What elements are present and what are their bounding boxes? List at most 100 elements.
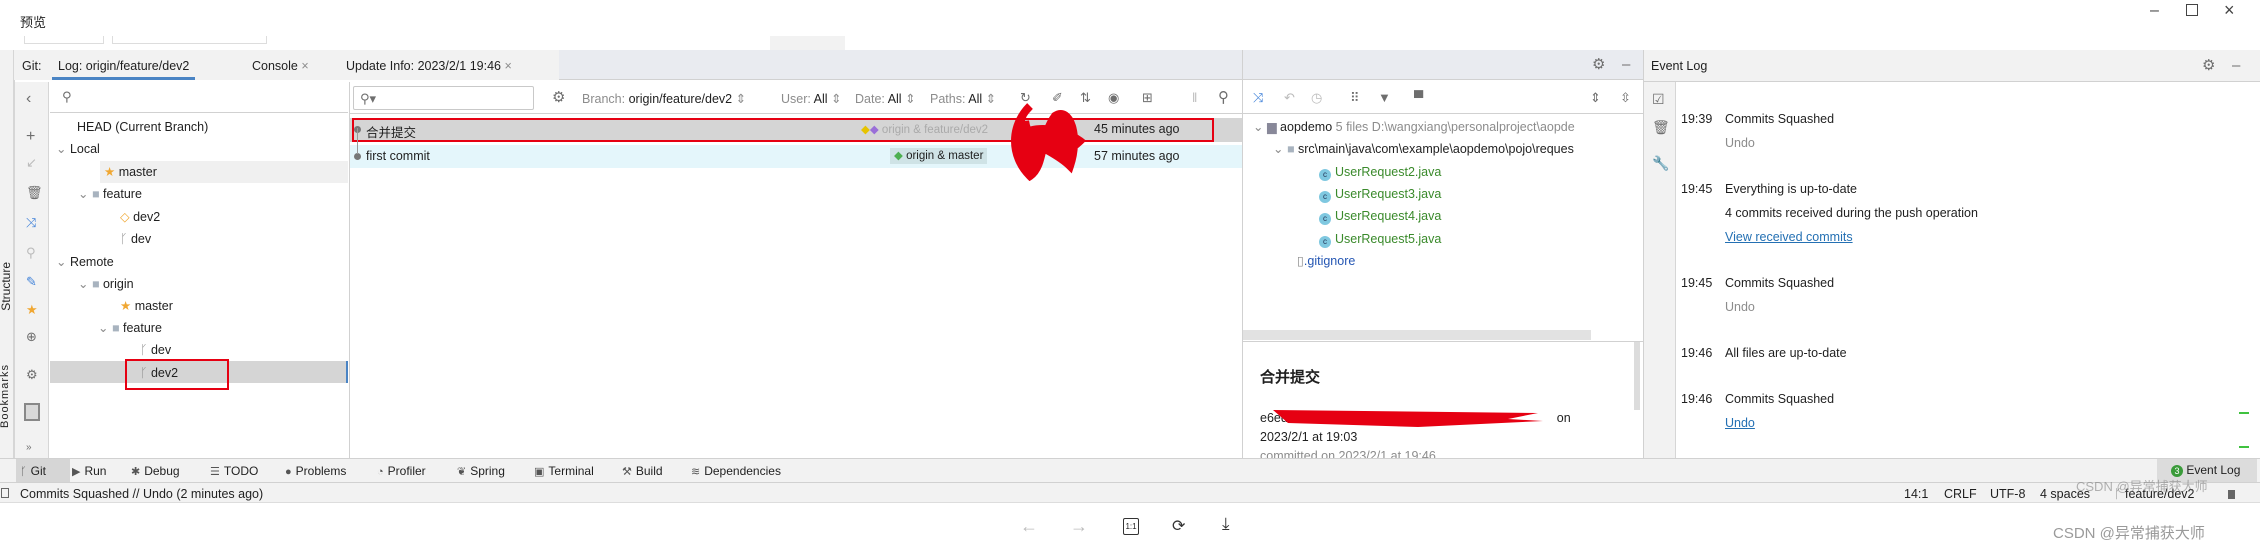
caret-position[interactable]: 14:1 [1904,487,1928,501]
tree-remote[interactable]: ⌄ Remote [56,251,114,273]
lock-icon[interactable] [2228,490,2235,499]
add-icon[interactable]: + [26,129,35,145]
log-search-input[interactable]: ⚲▾ [353,86,534,110]
status-toggle[interactable] [1,488,9,498]
tree-remote-dev[interactable]: ᚴ dev [140,339,171,361]
tree-local-dev[interactable]: ᚴ dev [120,228,151,250]
event-link[interactable]: Undo [1725,416,1755,430]
tab-log[interactable]: Log: origin/feature/dev2 [52,50,196,80]
date-filter[interactable]: Date: All ⇕ [855,91,916,106]
tree-local-dev2[interactable]: ◇ dev2 [120,206,160,228]
commit-row[interactable]: first commit ◆ origin & master 57 minute… [350,145,1242,168]
wrench-icon[interactable]: 🔧 [1652,156,1669,170]
close-window-button[interactable]: × [2224,0,2235,21]
filter-icon[interactable]: ▼ [1378,91,1391,104]
file-item[interactable]: c UserRequest4.java [1319,205,1441,227]
tool-window-todo[interactable]: ☰ TODO [210,462,258,481]
tool-window-terminal[interactable]: ▣ Terminal [534,462,594,481]
checkout-icon[interactable]: ↙ [26,156,37,169]
layout-icon[interactable]: ▀ [1414,91,1423,104]
previous-button[interactable]: ← [1020,516,1038,537]
gear-icon[interactable]: ⚙ [2202,58,2215,73]
tree-local[interactable]: ⌄ Local [56,138,100,160]
tool-window-problems[interactable]: ● Problems [285,462,346,481]
tree-remote-feature[interactable]: ⌄ ■ feature [98,317,162,339]
tool-window-spring[interactable]: ❦ Spring [457,462,505,481]
label: Problems [295,464,347,478]
star-icon[interactable]: ★ [26,303,38,316]
redaction-scribble [1011,103,1087,181]
tab-console[interactable]: Console × [252,59,309,73]
minimize-button[interactable]: – [2150,2,2159,20]
search-icon[interactable]: ⚲ [1218,90,1229,105]
tree-head[interactable]: HEAD (Current Branch) [77,116,208,138]
gear-icon[interactable]: ⚙ [26,368,38,381]
maximize-button[interactable] [2186,4,2198,16]
collapse-all-icon[interactable]: ⇳ [1620,91,1631,104]
eye-icon[interactable]: ◉ [1108,91,1119,104]
tree-local-master[interactable]: ★ master [100,161,348,183]
edit-icon[interactable]: ✎ [26,275,37,288]
group-by-icon[interactable]: ⠿ [1350,91,1360,104]
event-link[interactable]: View received commits [1725,230,1853,244]
tree-dir[interactable]: ⌄ ■ src\main\java\com\example\aopdemo\po… [1273,138,1574,160]
revert-icon[interactable]: ↶ [1284,91,1295,104]
tool-window-debug[interactable]: ✱ Debug [131,462,180,481]
trash-icon[interactable]: 🗑 [1652,120,1670,134]
event-title: Commits Squashed [1725,112,1835,126]
structure-tab[interactable]: Structure [0,262,13,311]
search-icon[interactable]: ⚲ [26,246,36,259]
file-item[interactable]: c UserRequest3.java [1319,183,1441,205]
tree-remote-master[interactable]: ★ master [120,295,173,317]
rotate-button[interactable]: ⟳ [1172,516,1185,536]
hide-icon[interactable]: – [1622,57,1630,72]
gear-icon[interactable]: ⚙ [1592,57,1605,72]
file-item[interactable]: c UserRequest2.java [1319,161,1441,183]
user-filter[interactable]: User: All ⇕ [781,91,842,106]
vertical-scrollbar[interactable] [1634,342,1640,410]
pause-icon[interactable]: ‖ [1192,91,1197,104]
line-separator[interactable]: CRLF [1944,487,1977,501]
branch-search-input[interactable]: ⚲ [50,82,348,113]
file-item[interactable]: ▯.gitignore [1297,250,1355,272]
collapse-icon[interactable]: ‹ [26,91,31,107]
event-link[interactable]: Undo [1725,300,1755,314]
tool-window-build[interactable]: ⚒ Build [622,462,663,481]
file-item[interactable]: c UserRequest5.java [1319,228,1441,250]
target-icon[interactable]: ⊕ [26,330,37,343]
delete-icon[interactable]: 🗑 [26,186,43,199]
event-log-title: Event Log [1651,59,1708,73]
module-icon: ▆ [1266,120,1281,134]
next-button[interactable]: → [1070,516,1088,537]
close-icon[interactable]: × [301,59,308,73]
tool-window-run[interactable]: ▶ Run [72,462,106,481]
status-message[interactable]: Commits Squashed // Undo (2 minutes ago) [20,487,263,501]
event-link[interactable]: Undo [1725,136,1755,150]
download-button[interactable]: ⤓ [1222,514,1230,534]
settings-icon[interactable]: ⚙ [552,90,565,105]
branch-icon: ᚴ [20,466,27,478]
tool-window-dependencies[interactable]: ≋ Dependencies [691,462,781,481]
tab-update-info[interactable]: Update Info: 2023/2/1 19:46 × [346,59,512,73]
tool-window-git[interactable]: ᚴ Git [20,462,46,481]
tree-local-feature[interactable]: ⌄ ■ feature [78,183,142,205]
expand-all-icon[interactable]: ⇕ [1590,91,1601,104]
history-icon[interactable]: ◷ [1311,91,1322,104]
mark-read-icon[interactable]: ☑ [1652,92,1665,106]
actual-size-button[interactable]: 1:1 [1123,518,1139,535]
hide-icon[interactable]: – [2232,58,2240,73]
horizontal-scrollbar[interactable] [1243,330,1591,340]
tool-window-profiler[interactable]: ◔ Profiler [377,462,426,481]
bookmarks-tab[interactable]: Bookmarks [0,364,11,428]
layout-icon[interactable] [24,403,40,421]
new-tab-icon[interactable]: ⊞ [1142,91,1153,104]
encoding[interactable]: UTF-8 [1990,487,2025,501]
more-icon[interactable]: » [26,443,32,453]
tree-origin[interactable]: ⌄ ■ origin [78,273,134,295]
tree-root[interactable]: ⌄ ▆ aopdemo 5 files D:\wangxiang\persona… [1253,116,1575,138]
paths-filter[interactable]: Paths: All ⇕ [930,91,996,106]
branch-filter[interactable]: Branch: origin/feature/dev2 ⇕ [582,91,746,106]
close-icon[interactable]: × [504,59,511,73]
merge-icon[interactable]: ⤨ [26,216,36,229]
compare-icon[interactable]: ⤨ [1253,91,1263,104]
